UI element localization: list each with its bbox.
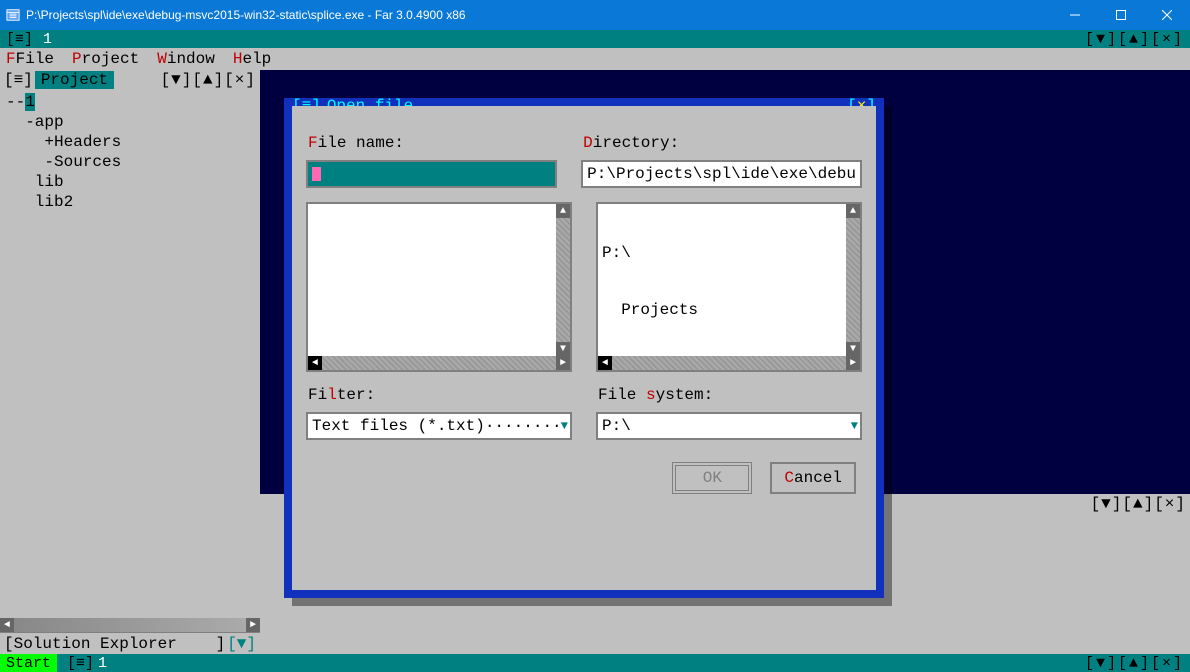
panel-slot-glyph[interactable]: [≡] <box>4 71 33 89</box>
maximize-button[interactable] <box>1098 0 1144 30</box>
filter-dropdown[interactable]: Text files (*.txt)········ ▼ <box>306 412 572 440</box>
filesystem-value: P:\ <box>602 417 631 435</box>
dir-list-hscroll[interactable]: ◄ ► <box>598 356 860 370</box>
file-name-input[interactable] <box>306 160 557 188</box>
scroll-down-icon[interactable]: ▼ <box>556 342 570 356</box>
console-area: [≡] 1 [▼][▲][×] FFile Project Window Hel… <box>0 30 1190 672</box>
menu-window[interactable]: Window <box>157 50 215 68</box>
dir-node-projects[interactable]: Projects <box>602 301 860 320</box>
cancel-button[interactable]: Cancel <box>770 462 856 494</box>
close-button[interactable] <box>1144 0 1190 30</box>
file-listbox[interactable]: ▲ ▼ ◄ ► <box>306 202 572 372</box>
tree-node-lib[interactable]: lib <box>6 172 254 192</box>
top-slot-glyph[interactable]: [≡] <box>6 31 33 48</box>
dropdown-arrow-icon: ▼ <box>851 419 858 433</box>
panel-controls[interactable]: [▼][▲][×] <box>161 71 256 89</box>
dir-list-vscroll[interactable]: ▲ ▼ <box>846 204 860 356</box>
bottom-slot-glyph[interactable]: [≡] <box>67 655 94 672</box>
ok-button[interactable]: OK <box>672 462 752 494</box>
top-tab-strip: [≡] 1 [▼][▲][×] <box>0 30 1190 48</box>
bottom-tab-number[interactable]: 1 <box>98 655 107 672</box>
tree-node-lib2[interactable]: lib2 <box>6 192 254 212</box>
scroll-right-icon[interactable]: ► <box>246 618 260 632</box>
tree-node-root[interactable]: --1 <box>6 92 254 112</box>
scroll-left-icon[interactable]: ◄ <box>598 356 612 370</box>
directory-input[interactable]: P:\Projects\spl\ide\exe\debu <box>581 160 862 188</box>
filesystem-dropdown[interactable]: P:\ ▼ <box>596 412 862 440</box>
app-icon <box>6 8 20 22</box>
solution-explorer-panel: [≡] Project [▼][▲][×] --1 -app +Headers … <box>0 70 260 654</box>
bottom-tab-controls[interactable]: [▼][▲][×] <box>1091 495 1186 513</box>
window-title: P:\Projects\spl\ide\exe\debug-msvc2015-w… <box>26 8 1052 22</box>
file-list-hscroll[interactable]: ◄ ► <box>308 356 570 370</box>
bottom-strip-controls[interactable]: [▼][▲][×] <box>1085 655 1190 672</box>
panel-footer-label: [Solution Explorer <box>4 635 177 653</box>
directory-listbox[interactable]: P:\ Projects spl ide exe debug-msvc2015-… <box>596 202 862 372</box>
scroll-up-icon[interactable]: ▲ <box>846 204 860 218</box>
panel-hscroll[interactable]: ◄ ► <box>0 618 260 632</box>
scroll-track[interactable] <box>14 618 246 632</box>
scroll-left-icon[interactable]: ◄ <box>308 356 322 370</box>
dropdown-arrow-icon: ▼ <box>561 419 568 433</box>
panel-footer: [Solution Explorer ] [▼] <box>0 632 260 654</box>
top-tab-number[interactable]: 1 <box>39 31 56 48</box>
top-strip-controls[interactable]: [▼][▲][×] <box>1085 31 1190 48</box>
menu-project[interactable]: Project <box>72 50 139 68</box>
tree-node-headers[interactable]: +Headers <box>6 132 254 152</box>
window-titlebar: P:\Projects\spl\ide\exe\debug-msvc2015-w… <box>0 0 1190 30</box>
start-button[interactable]: Start <box>0 654 57 672</box>
scroll-left-icon[interactable]: ◄ <box>0 618 14 632</box>
panel-title: Project <box>35 71 114 89</box>
menu-file[interactable]: FFile <box>6 50 54 68</box>
panel-footer-close: ] <box>216 635 226 653</box>
bottom-strip: Start [≡] 1 [▼][▲][×] <box>0 654 1190 672</box>
tree-node-sources[interactable]: -Sources <box>6 152 254 172</box>
open-file-dialog: [≡] Open file [×] File name: Directory: … <box>284 98 884 598</box>
menu-bar: FFile Project Window Help <box>0 48 1190 70</box>
filter-label: Filter: <box>308 386 572 404</box>
file-list-vscroll[interactable]: ▲ ▼ <box>556 204 570 356</box>
filesystem-label: File system: <box>598 386 862 404</box>
scroll-up-icon[interactable]: ▲ <box>556 204 570 218</box>
scroll-down-icon[interactable]: ▼ <box>846 342 860 356</box>
menu-help[interactable]: Help <box>233 50 271 68</box>
minimize-button[interactable] <box>1052 0 1098 30</box>
project-tree[interactable]: --1 -app +Headers -Sources lib lib2 <box>0 90 260 618</box>
panel-header: [≡] Project [▼][▲][×] <box>0 70 260 90</box>
filter-value: Text files (*.txt)········ <box>312 417 562 435</box>
tree-node-app[interactable]: -app <box>6 112 254 132</box>
directory-label: Directory: <box>583 134 862 152</box>
panel-footer-drop[interactable]: [▼] <box>227 635 256 653</box>
file-name-label: File name: <box>308 134 557 152</box>
scroll-right-icon[interactable]: ► <box>846 356 860 370</box>
text-cursor <box>312 167 321 181</box>
dir-node-p[interactable]: P:\ <box>602 244 860 263</box>
scroll-right-icon[interactable]: ► <box>556 356 570 370</box>
